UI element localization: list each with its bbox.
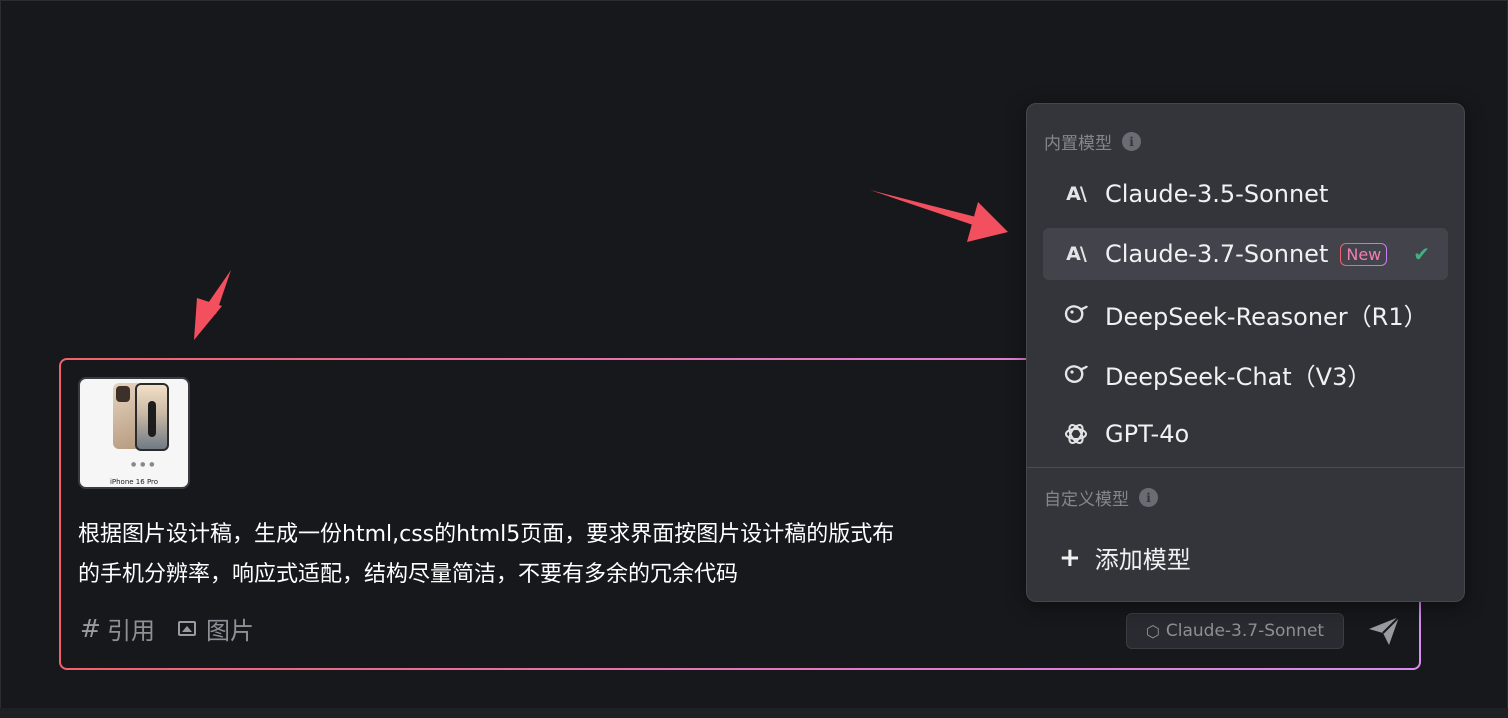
annotation-arrows	[194, 190, 1008, 340]
arrow-to-menu-icon	[870, 190, 1008, 242]
arrow-to-input-icon	[194, 270, 231, 340]
